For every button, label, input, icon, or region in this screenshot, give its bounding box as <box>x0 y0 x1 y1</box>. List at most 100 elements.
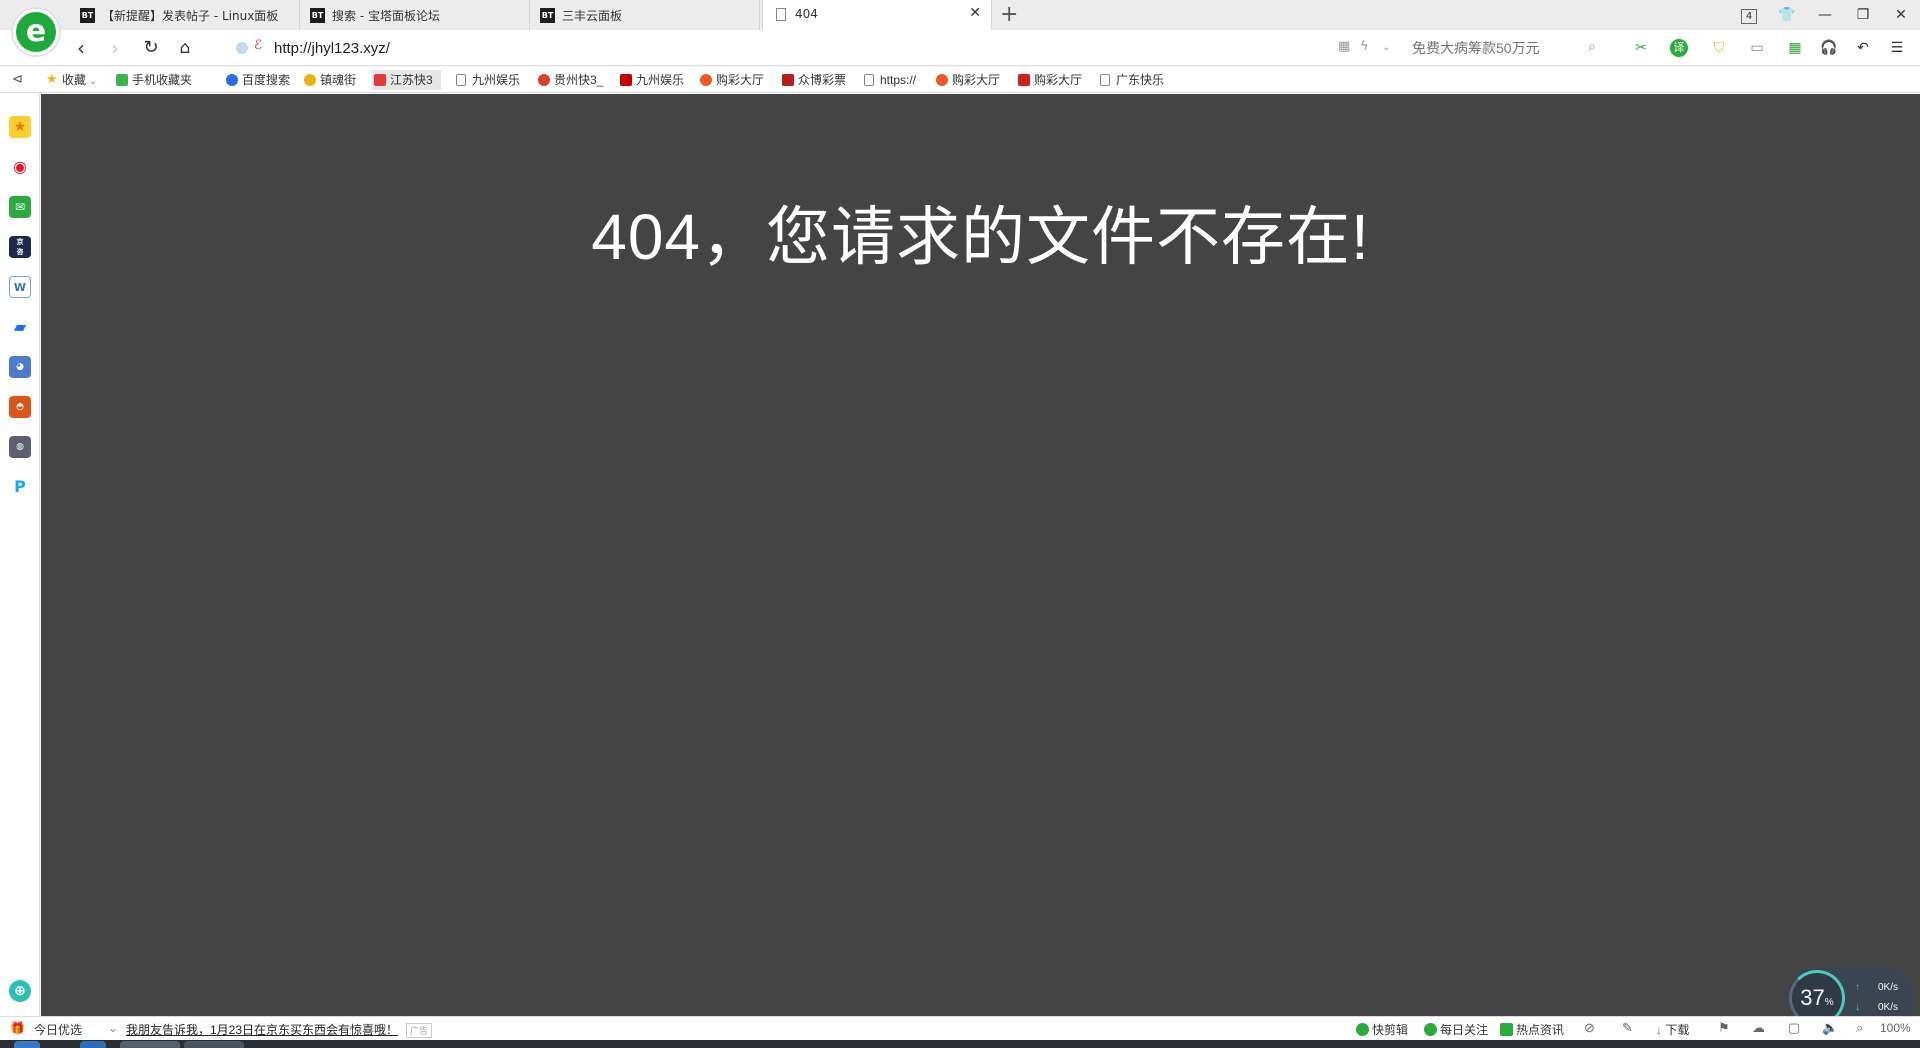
swirl-icon <box>538 74 550 86</box>
shirt-skin-icon[interactable]: 👕 <box>1768 0 1806 30</box>
pin-icon[interactable]: ✎ <box>1622 1020 1633 1036</box>
cloud-icon[interactable]: ☁ <box>1752 1020 1765 1036</box>
hot-news-button[interactable]: 热点资讯 <box>1500 1021 1564 1038</box>
down-arrow-icon: ↓ <box>1855 1002 1860 1013</box>
p-app-icon[interactable]: P <box>9 476 31 498</box>
restore-button[interactable]: ❐ <box>1844 0 1882 30</box>
minimize-button[interactable]: — <box>1806 0 1844 30</box>
bookmark-label: 九州娱乐 <box>472 73 521 87</box>
v-logo-icon <box>620 74 632 86</box>
page-content: 404，您请求的文件不存在! <box>41 94 1920 1016</box>
search-icon[interactable]: ⌕ <box>1588 39 1596 55</box>
bookmark-item[interactable]: 购彩大厅 <box>1016 70 1082 90</box>
chat-bubble-icon[interactable]: ▰ <box>9 316 31 338</box>
bookmark-item[interactable]: 购彩大厅 <box>934 70 1000 90</box>
bookmark-label: 贵州快3_ <box>554 73 604 87</box>
headphones-icon[interactable]: 🎧 <box>1818 38 1840 58</box>
start-button[interactable] <box>14 1041 40 1048</box>
bookmark-item[interactable]: 众博彩票 <box>780 70 846 90</box>
play-icon <box>1356 1023 1369 1036</box>
browser-logo[interactable]: e <box>11 7 61 57</box>
tab-2[interactable]: BT 三丰云面板 <box>530 0 760 30</box>
bookmark-item[interactable]: 手机收藏夹 <box>114 70 192 90</box>
game-app-icon-1[interactable]: ◕ <box>9 356 31 378</box>
tab-0[interactable]: BT 【新提醒】发表帖子 - Linux面板 <box>70 0 300 30</box>
bookmark-item[interactable]: 镇魂街 <box>302 70 356 90</box>
tab-count-button[interactable]: 4 <box>1730 0 1768 30</box>
bookmark-item[interactable]: 九州娱乐 <box>618 70 684 90</box>
bookmark-label: 购彩大厅 <box>716 73 765 87</box>
zoom-icon[interactable]: ⌕ <box>1856 1020 1863 1036</box>
url-input[interactable] <box>274 36 1314 60</box>
forward-button[interactable]: › <box>102 36 128 60</box>
insecure-icon[interactable]: ℰ <box>254 38 262 53</box>
chevron-down-icon[interactable]: ⌄ <box>86 76 97 87</box>
tab-3-active[interactable]: 404 ✕ <box>762 0 992 30</box>
close-window-button[interactable]: ✕ <box>1882 0 1920 30</box>
lightning-icon[interactable]: ϟ <box>1360 39 1369 54</box>
quick-clip-button[interactable]: 快剪辑 <box>1356 1021 1408 1038</box>
document-icon[interactable]: W <box>9 276 31 298</box>
bookmark-label: https:// <box>880 73 917 87</box>
volume-icon[interactable]: 🔈 <box>1822 1020 1838 1036</box>
flag-icon[interactable]: ⚑ <box>1718 1020 1730 1036</box>
today-picks-link[interactable]: 今日优选 <box>34 1021 82 1038</box>
reload-button[interactable]: ↻ <box>138 36 164 60</box>
search-box[interactable]: ⌕ <box>1412 36 1602 60</box>
weibo-icon[interactable]: ◉ <box>9 156 31 178</box>
phone-icon <box>116 74 128 86</box>
back-button[interactable]: ‹ <box>68 36 94 60</box>
zoom-level[interactable]: 100% <box>1880 1021 1911 1035</box>
bookmark-item[interactable]: 广东快乐 <box>1098 70 1164 90</box>
bookmark-item[interactable]: 百度搜索 <box>224 70 290 90</box>
favorites-star-icon[interactable]: ★ <box>9 116 31 138</box>
chevron-down-icon[interactable]: ⌄ <box>1382 42 1390 53</box>
bookmark-item[interactable]: ★ 收藏 ⌄ <box>44 70 97 90</box>
game-app-icon-3[interactable]: ◍ <box>9 436 31 458</box>
undo-icon[interactable]: ↶ <box>1852 38 1874 58</box>
taskbar-app-icon[interactable] <box>120 1041 180 1048</box>
apps-grid-icon[interactable]: ▦ <box>1784 38 1806 58</box>
bookmark-label: 收藏 <box>62 73 87 87</box>
news-ticker-link[interactable]: 我朋友告诉我，1月23日在京东买东西会有惊喜哦！ <box>126 1021 398 1038</box>
mail-icon[interactable]: ✉ <box>9 196 31 218</box>
bookmark-item[interactable]: 贵州快3_ <box>536 70 603 90</box>
bt-favicon-icon: BT <box>310 8 325 23</box>
tab-1[interactable]: BT 搜索 - 宝塔面板论坛 <box>300 0 530 30</box>
bt-favicon-icon: BT <box>540 8 555 23</box>
quick-clip-label: 快剪辑 <box>1372 1023 1409 1037</box>
bookmark-item[interactable]: 江苏快3 <box>372 70 441 90</box>
qr-code-icon[interactable]: ▦ <box>1338 39 1350 54</box>
screenshot-icon[interactable]: ▢ <box>1788 1020 1800 1036</box>
search-input[interactable] <box>1412 36 1572 60</box>
game-app-icon-2[interactable]: ◓ <box>9 396 31 418</box>
tab-title: 搜索 - 宝塔面板论坛 <box>332 9 440 23</box>
bookmark-item[interactable]: https:// <box>862 70 916 90</box>
bookmark-label: 江苏快3 <box>390 73 433 87</box>
bookmark-item[interactable]: 九州娱乐 <box>454 70 520 90</box>
scissors-icon[interactable]: ✂ <box>1630 38 1652 58</box>
news-app-icon[interactable]: 京咨 <box>9 236 31 258</box>
taskbar-app-icon[interactable] <box>184 1041 244 1048</box>
translate-icon[interactable]: 译 <box>1670 39 1688 57</box>
up-arrow-icon: ↑ <box>1855 982 1860 993</box>
collapse-sidebar-icon[interactable]: ⊲ <box>12 72 23 87</box>
bookmark-item[interactable]: 购彩大厅 <box>698 70 764 90</box>
download-button[interactable]: ↓ 下载 <box>1656 1021 1689 1038</box>
left-sidebar: ★ ◉ ✉ 京咨 W ▰ ◕ ◓ ◍ P ⊕ <box>0 94 40 1016</box>
taskbar-app-icon[interactable] <box>80 1041 106 1048</box>
address-bar[interactable]: ℰ ▦ ϟ ⌄ <box>226 36 1406 60</box>
upload-speed: ↑ 0K/s <box>1855 982 1898 993</box>
window-controls: 4 👕 — ❐ ✕ <box>1730 0 1920 30</box>
gift-icon[interactable]: 🎁 <box>10 1021 25 1035</box>
speedup-icon[interactable]: ⊘ <box>1584 1020 1595 1036</box>
home-button[interactable]: ⌂ <box>172 36 198 60</box>
image-icon[interactable]: ▭ <box>1746 38 1768 58</box>
add-app-icon[interactable]: ⊕ <box>9 980 31 1002</box>
new-tab-button[interactable]: + <box>1000 2 1018 28</box>
menu-icon[interactable]: ☰ <box>1886 38 1908 58</box>
bookmark-label: 百度搜索 <box>242 73 291 87</box>
daily-follow-button[interactable]: 每日关注 <box>1424 1021 1488 1038</box>
shield-icon[interactable]: ⛉ <box>1708 38 1730 58</box>
tab-close-icon[interactable]: ✕ <box>969 5 981 21</box>
